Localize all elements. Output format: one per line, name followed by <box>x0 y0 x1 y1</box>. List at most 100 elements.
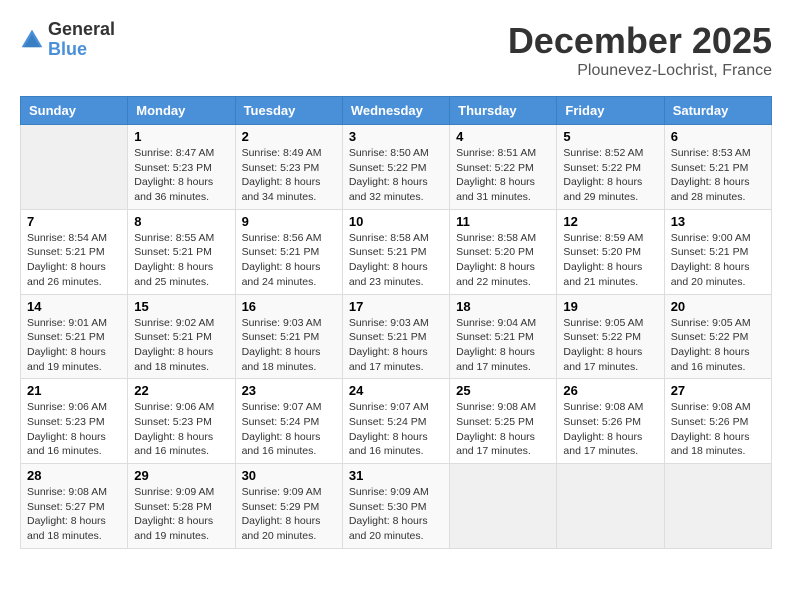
day-info: Sunrise: 9:08 AM Sunset: 5:26 PM Dayligh… <box>563 400 657 459</box>
calendar-table: SundayMondayTuesdayWednesdayThursdayFrid… <box>20 96 772 549</box>
calendar-cell: 24 Sunrise: 9:07 AM Sunset: 5:24 PM Dayli… <box>342 379 449 464</box>
day-number: 15 <box>134 299 228 314</box>
calendar-cell: 6 Sunrise: 8:53 AM Sunset: 5:21 PM Daylig… <box>664 125 771 210</box>
calendar-cell: 31Sunrise: 9:09 AM Sunset: 5:30 PM Dayli… <box>342 464 449 549</box>
calendar-cell <box>450 464 557 549</box>
day-info: Sunrise: 9:09 AM Sunset: 5:29 PM Dayligh… <box>242 485 336 544</box>
day-info: Sunrise: 9:03 AM Sunset: 5:21 PM Dayligh… <box>349 316 443 375</box>
title-block: December 2025 Plounevez-Lochrist, France <box>508 20 772 80</box>
calendar-cell: 13 Sunrise: 9:00 AM Sunset: 5:21 PM Dayli… <box>664 209 771 294</box>
day-info: Sunrise: 8:54 AM Sunset: 5:21 PM Dayligh… <box>27 231 121 290</box>
calendar-cell <box>557 464 664 549</box>
day-number: 30 <box>242 468 336 483</box>
calendar-week-row: 1 Sunrise: 8:47 AM Sunset: 5:23 PM Daylig… <box>21 125 772 210</box>
calendar-cell: 20Sunrise: 9:05 AM Sunset: 5:22 PM Dayli… <box>664 294 771 379</box>
day-info: Sunrise: 9:00 AM Sunset: 5:21 PM Dayligh… <box>671 231 765 290</box>
day-number: 13 <box>671 214 765 229</box>
day-number: 21 <box>27 383 121 398</box>
calendar-cell: 2Sunrise: 8:49 AM Sunset: 5:23 PM Daylig… <box>235 125 342 210</box>
day-info: Sunrise: 9:07 AM Sunset: 5:24 PM Dayligh… <box>349 400 443 459</box>
day-info: Sunrise: 8:55 AM Sunset: 5:21 PM Dayligh… <box>134 231 228 290</box>
day-info: Sunrise: 9:02 AM Sunset: 5:21 PM Dayligh… <box>134 316 228 375</box>
calendar-cell: 8 Sunrise: 8:55 AM Sunset: 5:21 PM Daylig… <box>128 209 235 294</box>
day-info: Sunrise: 9:07 AM Sunset: 5:24 PM Dayligh… <box>242 400 336 459</box>
calendar-cell: 17Sunrise: 9:03 AM Sunset: 5:21 PM Dayli… <box>342 294 449 379</box>
day-number: 3 <box>349 129 443 144</box>
logo-blue-text: Blue <box>48 40 115 60</box>
calendar-cell: 28 Sunrise: 9:08 AM Sunset: 5:27 PM Dayli… <box>21 464 128 549</box>
day-info: Sunrise: 8:53 AM Sunset: 5:21 PM Dayligh… <box>671 146 765 205</box>
logo-general-text: General <box>48 20 115 40</box>
calendar-cell: 21 Sunrise: 9:06 AM Sunset: 5:23 PM Dayli… <box>21 379 128 464</box>
day-number: 4 <box>456 129 550 144</box>
day-number: 22 <box>134 383 228 398</box>
calendar-cell: 19 Sunrise: 9:05 AM Sunset: 5:22 PM Dayli… <box>557 294 664 379</box>
day-number: 29 <box>134 468 228 483</box>
day-number: 18 <box>456 299 550 314</box>
calendar-cell: 18 Sunrise: 9:04 AM Sunset: 5:21 PM Dayli… <box>450 294 557 379</box>
calendar-cell: 27 Sunrise: 9:08 AM Sunset: 5:26 PM Dayli… <box>664 379 771 464</box>
day-info: Sunrise: 8:51 AM Sunset: 5:22 PM Dayligh… <box>456 146 550 205</box>
logo-text: General Blue <box>48 20 115 60</box>
day-info: Sunrise: 8:47 AM Sunset: 5:23 PM Dayligh… <box>134 146 228 205</box>
day-number: 14 <box>27 299 121 314</box>
calendar-cell: 22 Sunrise: 9:06 AM Sunset: 5:23 PM Dayli… <box>128 379 235 464</box>
day-info: Sunrise: 8:59 AM Sunset: 5:20 PM Dayligh… <box>563 231 657 290</box>
day-number: 26 <box>563 383 657 398</box>
calendar-week-row: 7 Sunrise: 8:54 AM Sunset: 5:21 PM Daylig… <box>21 209 772 294</box>
weekday-header: Thursday <box>450 97 557 125</box>
day-info: Sunrise: 9:08 AM Sunset: 5:26 PM Dayligh… <box>671 400 765 459</box>
calendar-cell: 23Sunrise: 9:07 AM Sunset: 5:24 PM Dayli… <box>235 379 342 464</box>
day-info: Sunrise: 8:52 AM Sunset: 5:22 PM Dayligh… <box>563 146 657 205</box>
weekday-header: Friday <box>557 97 664 125</box>
day-number: 28 <box>27 468 121 483</box>
day-number: 6 <box>671 129 765 144</box>
day-number: 9 <box>242 214 336 229</box>
calendar-cell <box>664 464 771 549</box>
calendar-cell: 7 Sunrise: 8:54 AM Sunset: 5:21 PM Daylig… <box>21 209 128 294</box>
day-info: Sunrise: 8:58 AM Sunset: 5:20 PM Dayligh… <box>456 231 550 290</box>
day-info: Sunrise: 8:58 AM Sunset: 5:21 PM Dayligh… <box>349 231 443 290</box>
day-info: Sunrise: 9:05 AM Sunset: 5:22 PM Dayligh… <box>563 316 657 375</box>
day-info: Sunrise: 9:08 AM Sunset: 5:27 PM Dayligh… <box>27 485 121 544</box>
day-number: 2 <box>242 129 336 144</box>
day-info: Sunrise: 9:04 AM Sunset: 5:21 PM Dayligh… <box>456 316 550 375</box>
calendar-cell: 3Sunrise: 8:50 AM Sunset: 5:22 PM Daylig… <box>342 125 449 210</box>
page-header: General Blue December 2025 Plounevez-Loc… <box>20 20 772 80</box>
calendar-cell: 26 Sunrise: 9:08 AM Sunset: 5:26 PM Dayli… <box>557 379 664 464</box>
calendar-week-row: 28 Sunrise: 9:08 AM Sunset: 5:27 PM Dayli… <box>21 464 772 549</box>
weekday-header: Wednesday <box>342 97 449 125</box>
day-number: 27 <box>671 383 765 398</box>
weekday-header: Tuesday <box>235 97 342 125</box>
day-number: 31 <box>349 468 443 483</box>
calendar-cell: 14 Sunrise: 9:01 AM Sunset: 5:21 PM Dayli… <box>21 294 128 379</box>
calendar-cell: 15 Sunrise: 9:02 AM Sunset: 5:21 PM Dayli… <box>128 294 235 379</box>
day-info: Sunrise: 8:56 AM Sunset: 5:21 PM Dayligh… <box>242 231 336 290</box>
day-info: Sunrise: 9:06 AM Sunset: 5:23 PM Dayligh… <box>134 400 228 459</box>
calendar-cell: 5 Sunrise: 8:52 AM Sunset: 5:22 PM Daylig… <box>557 125 664 210</box>
calendar-cell: 30 Sunrise: 9:09 AM Sunset: 5:29 PM Dayli… <box>235 464 342 549</box>
weekday-header-row: SundayMondayTuesdayWednesdayThursdayFrid… <box>21 97 772 125</box>
day-number: 1 <box>134 129 228 144</box>
calendar-cell: 29Sunrise: 9:09 AM Sunset: 5:28 PM Dayli… <box>128 464 235 549</box>
location-text: Plounevez-Lochrist, France <box>508 62 772 80</box>
weekday-header: Monday <box>128 97 235 125</box>
month-title: December 2025 <box>508 20 772 62</box>
day-info: Sunrise: 9:06 AM Sunset: 5:23 PM Dayligh… <box>27 400 121 459</box>
day-number: 25 <box>456 383 550 398</box>
calendar-cell: 1 Sunrise: 8:47 AM Sunset: 5:23 PM Daylig… <box>128 125 235 210</box>
day-number: 8 <box>134 214 228 229</box>
day-info: Sunrise: 9:01 AM Sunset: 5:21 PM Dayligh… <box>27 316 121 375</box>
day-info: Sunrise: 9:03 AM Sunset: 5:21 PM Dayligh… <box>242 316 336 375</box>
day-number: 24 <box>349 383 443 398</box>
calendar-week-row: 21 Sunrise: 9:06 AM Sunset: 5:23 PM Dayli… <box>21 379 772 464</box>
day-number: 7 <box>27 214 121 229</box>
day-number: 19 <box>563 299 657 314</box>
day-number: 10 <box>349 214 443 229</box>
calendar-cell: 12Sunrise: 8:59 AM Sunset: 5:20 PM Dayli… <box>557 209 664 294</box>
logo: General Blue <box>20 20 115 60</box>
weekday-header: Sunday <box>21 97 128 125</box>
day-number: 5 <box>563 129 657 144</box>
calendar-week-row: 14 Sunrise: 9:01 AM Sunset: 5:21 PM Dayli… <box>21 294 772 379</box>
day-number: 20 <box>671 299 765 314</box>
